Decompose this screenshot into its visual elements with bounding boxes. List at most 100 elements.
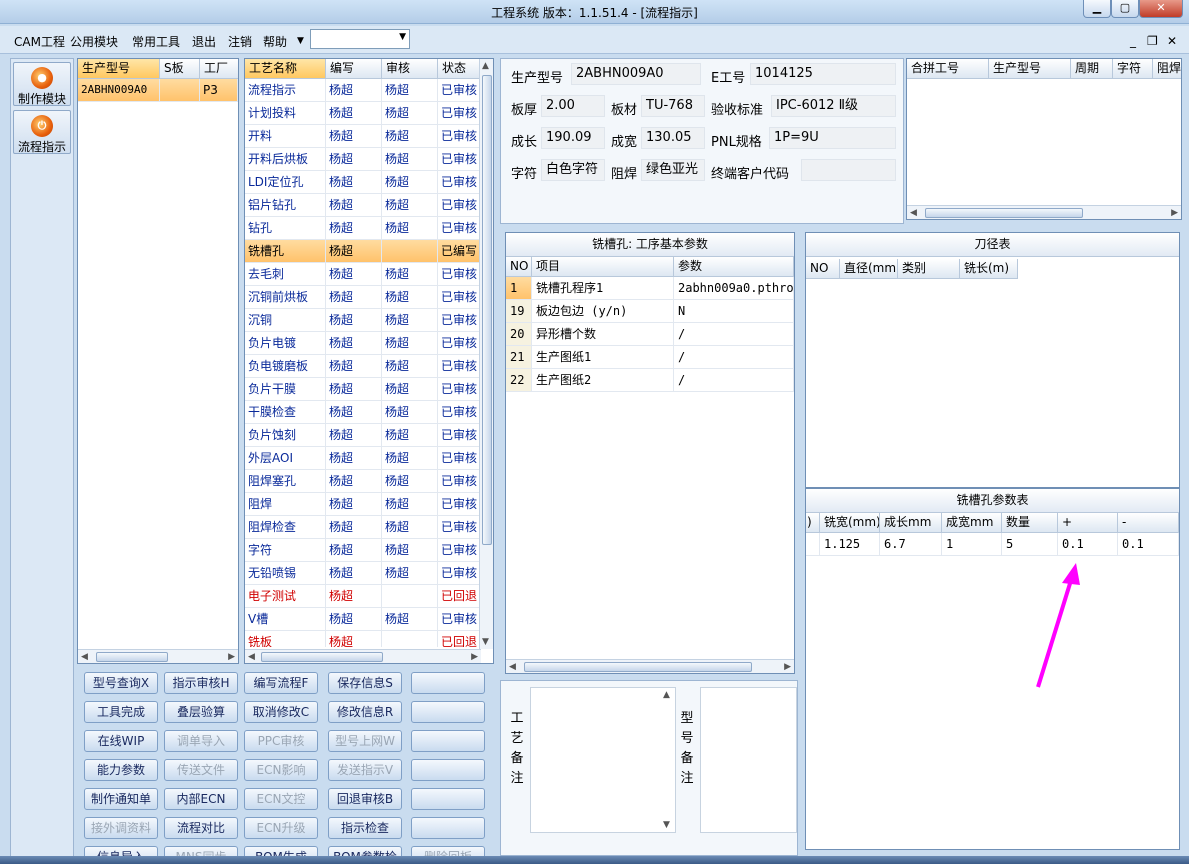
- scroll-right-icon[interactable]: ▶: [471, 650, 478, 663]
- scroll-up-icon[interactable]: ▲: [663, 690, 670, 700]
- scroll-thumb[interactable]: [261, 652, 383, 662]
- table-row[interactable]: 流程指示 杨超 杨超 已审核: [245, 79, 480, 102]
- action-button[interactable]: 在线WIP: [84, 730, 158, 752]
- param-no-cell[interactable]: 22: [506, 369, 532, 392]
- notes-vscrollbar[interactable]: ▲ ▼: [661, 688, 675, 832]
- mdi-close-button[interactable]: ✕: [1167, 34, 1177, 48]
- nav-flow-instruction[interactable]: ⏻ 流程指示: [13, 110, 71, 154]
- action-button[interactable]: ECN升级: [244, 817, 318, 839]
- model-field[interactable]: 2ABHN009A0: [571, 63, 701, 85]
- length-field[interactable]: 190.09: [541, 127, 605, 149]
- table-row[interactable]: 开料 杨超 杨超 已审核: [245, 125, 480, 148]
- param-cell[interactable]: 铣槽孔程序1: [532, 277, 674, 300]
- param-cell[interactable]: N: [674, 300, 794, 323]
- table-row[interactable]: 阻焊检查 杨超 杨超 已审核: [245, 516, 480, 539]
- scroll-thumb[interactable]: [482, 75, 492, 545]
- action-button[interactable]: 取消修改C: [244, 701, 318, 723]
- table-row[interactable]: 负片蚀刻 杨超 杨超 已审核: [245, 424, 480, 447]
- customer-code-field[interactable]: [801, 159, 896, 181]
- table-row[interactable]: 无铅喷锡 杨超 杨超 已审核: [245, 562, 480, 585]
- col-tool-no[interactable]: NO: [806, 259, 840, 279]
- scroll-right-icon[interactable]: ▶: [784, 660, 791, 673]
- param-cell[interactable]: /: [674, 346, 794, 369]
- action-button[interactable]: 能力参数: [84, 759, 158, 781]
- table-row[interactable]: 字符 杨超 杨超 已审核: [245, 539, 480, 562]
- mdi-restore-button[interactable]: ❐: [1147, 34, 1158, 48]
- col-slot-quantity[interactable]: 数量: [1002, 513, 1058, 533]
- param-cell[interactable]: 2abhn009a0.pthrou: [674, 277, 794, 300]
- param-no-cell[interactable]: 20: [506, 323, 532, 346]
- action-button[interactable]: 指示审核H: [164, 672, 238, 694]
- table-row[interactable]: 钻孔 杨超 杨超 已审核: [245, 217, 480, 240]
- param-no-cell[interactable]: 1: [506, 277, 532, 300]
- scroll-down-icon[interactable]: ▼: [663, 820, 670, 830]
- col-route-length[interactable]: 铣长(m): [960, 259, 1018, 279]
- process-hscrollbar[interactable]: ◀ ▶: [245, 649, 481, 663]
- table-row[interactable]: V槽 杨超 杨超 已审核: [245, 608, 480, 631]
- table-row[interactable]: 1.125 6.7 1 5 0.1 0.1: [806, 533, 1179, 556]
- col-reviewer[interactable]: 审核: [382, 59, 438, 79]
- menu-common-modules[interactable]: 公用模块: [70, 33, 118, 50]
- table-row[interactable]: 负片电镀 杨超 杨超 已审核: [245, 332, 480, 355]
- table-row[interactable]: 铣板 杨超 已回退: [245, 631, 480, 647]
- col-factory[interactable]: 工厂: [200, 59, 238, 79]
- action-button[interactable]: [411, 817, 485, 839]
- table-row[interactable]: 2ABHN009A0 P3: [78, 79, 238, 102]
- close-button[interactable]: ✕: [1139, 0, 1183, 18]
- table-row[interactable]: 干膜检查 杨超 杨超 已审核: [245, 401, 480, 424]
- scroll-left-icon[interactable]: ◀: [910, 206, 917, 219]
- col-param[interactable]: 参数: [674, 257, 794, 277]
- action-button[interactable]: 制作通知单: [84, 788, 158, 810]
- action-button[interactable]: 流程对比: [164, 817, 238, 839]
- scroll-thumb[interactable]: [925, 208, 1083, 218]
- table-row[interactable]: LDI定位孔 杨超 杨超 已审核: [245, 171, 480, 194]
- menu-help[interactable]: 帮助: [263, 33, 287, 50]
- col-merge-cycle[interactable]: 周期: [1071, 59, 1113, 79]
- table-row[interactable]: 开料后烘板 杨超 杨超 已审核: [245, 148, 480, 171]
- action-button[interactable]: 型号上网W: [328, 730, 402, 752]
- model-hscrollbar[interactable]: ◀ ▶: [78, 649, 238, 663]
- param-cell[interactable]: 生产图纸2: [532, 369, 674, 392]
- width-field[interactable]: 130.05: [641, 127, 705, 149]
- action-button[interactable]: PPC审核: [244, 730, 318, 752]
- table-row[interactable]: 铝片钻孔 杨超 杨超 已审核: [245, 194, 480, 217]
- table-row[interactable]: 负片干膜 杨超 杨超 已审核: [245, 378, 480, 401]
- table-row[interactable]: 阻焊塞孔 杨超 杨超 已审核: [245, 470, 480, 493]
- legend-field[interactable]: 白色字符: [541, 159, 605, 181]
- col-process-name[interactable]: 工艺名称: [245, 59, 326, 79]
- thickness-field[interactable]: 2.00: [541, 95, 605, 117]
- scroll-down-icon[interactable]: ▼: [482, 637, 489, 647]
- scroll-thumb[interactable]: [96, 652, 168, 662]
- col-diameter[interactable]: 直径(mm): [840, 259, 898, 279]
- action-button[interactable]: 回退审核B: [328, 788, 402, 810]
- scroll-right-icon[interactable]: ▶: [228, 650, 235, 663]
- col-no[interactable]: NO: [506, 257, 532, 277]
- acceptance-standard-field[interactable]: IPC-6012 Ⅱ级: [771, 95, 896, 117]
- action-button[interactable]: ECN文控: [244, 788, 318, 810]
- material-field[interactable]: TU-768: [641, 95, 705, 117]
- model-notes-field[interactable]: [700, 687, 797, 833]
- scroll-right-icon[interactable]: ▶: [1171, 206, 1178, 219]
- col-slot-0[interactable]: ): [806, 513, 820, 533]
- param-cell[interactable]: 异形槽个数: [532, 323, 674, 346]
- table-row[interactable]: 阻焊 杨超 杨超 已审核: [245, 493, 480, 516]
- solder-mask-field[interactable]: 绿色亚光: [641, 159, 705, 181]
- action-button[interactable]: [411, 701, 485, 723]
- action-button[interactable]: 指示检查: [328, 817, 402, 839]
- col-merge-legend[interactable]: 字符: [1113, 59, 1153, 79]
- pnl-spec-field[interactable]: 1P=9U: [769, 127, 896, 149]
- col-author[interactable]: 编写: [326, 59, 382, 79]
- col-slot-finished-width[interactable]: 成宽mm: [942, 513, 1002, 533]
- col-item[interactable]: 项目: [532, 257, 674, 277]
- col-model[interactable]: 生产型号: [78, 59, 160, 79]
- table-row[interactable]: 去毛刺 杨超 杨超 已审核: [245, 263, 480, 286]
- action-button[interactable]: [411, 672, 485, 694]
- col-status[interactable]: 状态: [438, 59, 480, 79]
- action-button[interactable]: [411, 759, 485, 781]
- param-cell[interactable]: 生产图纸1: [532, 346, 674, 369]
- action-button[interactable]: 叠层验算: [164, 701, 238, 723]
- col-s-board[interactable]: S板: [160, 59, 200, 79]
- param-cell[interactable]: 板边包边 (y/n): [532, 300, 674, 323]
- action-button[interactable]: 传送文件: [164, 759, 238, 781]
- e-number-field[interactable]: 1014125: [750, 63, 896, 85]
